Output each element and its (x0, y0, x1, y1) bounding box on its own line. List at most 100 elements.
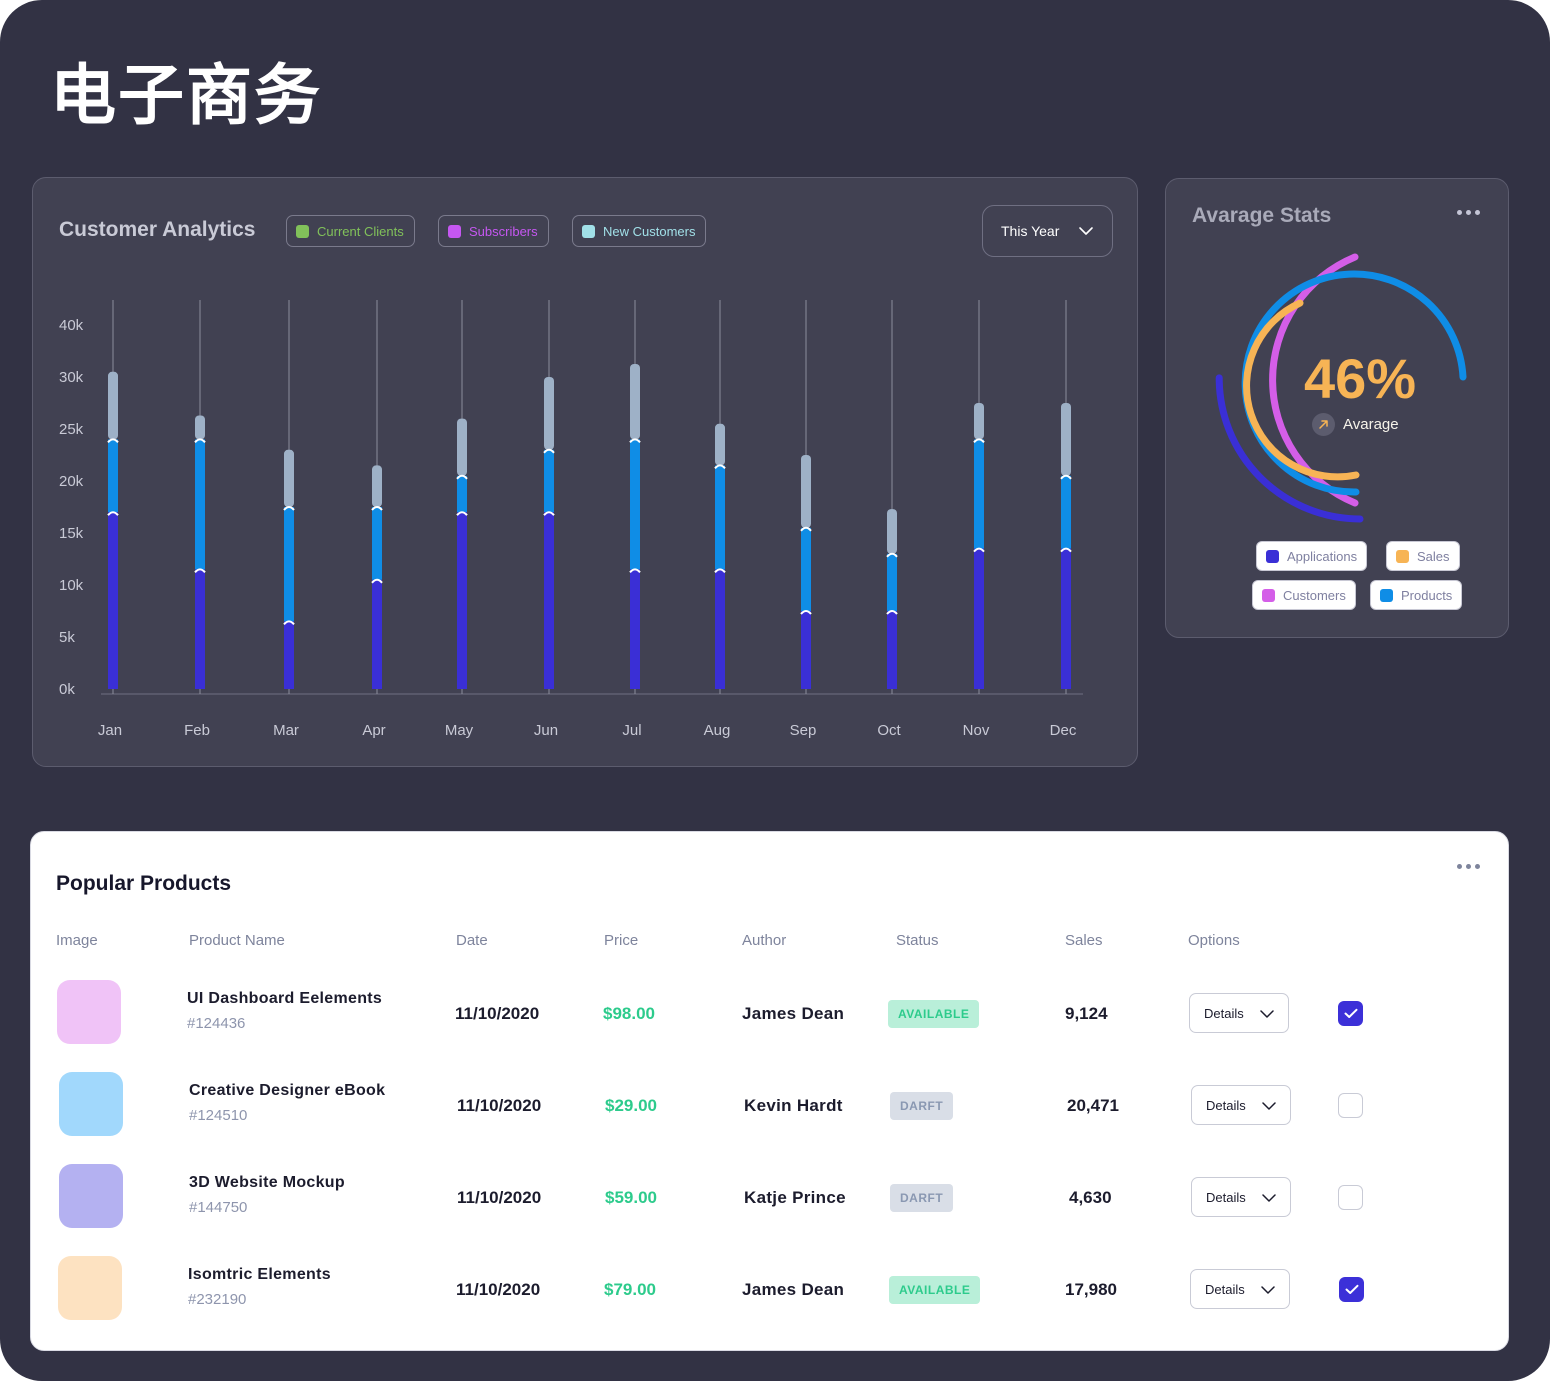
row-checkbox[interactable] (1338, 1185, 1363, 1210)
row-checkbox[interactable] (1339, 1277, 1364, 1302)
y-tick-label: 10k (59, 577, 84, 594)
legend-current-clients[interactable]: Current Clients (286, 215, 415, 247)
stat-legend-customers[interactable]: Customers (1252, 580, 1356, 610)
x-tick-label: May (445, 722, 474, 739)
details-dropdown-label: Details (1206, 1189, 1246, 1205)
x-tick-label: Jan (98, 722, 122, 739)
bar-segment-series-1[interactable] (887, 611, 897, 689)
details-dropdown[interactable]: Details (1190, 1269, 1290, 1309)
column-header-date: Date (456, 932, 488, 949)
chevron-down-icon (1262, 1102, 1276, 1110)
product-name[interactable]: 3D Website Mockup (189, 1174, 345, 1192)
legend-swatch (1262, 588, 1275, 602)
bar-segment-series-1[interactable] (195, 569, 205, 689)
bar-segment-series-2[interactable] (887, 553, 897, 611)
bar-segment-series-1[interactable] (715, 569, 725, 689)
bar-segment-series-3[interactable] (887, 509, 897, 554)
period-select[interactable]: This Year (982, 205, 1113, 257)
legend-swatch (582, 224, 595, 238)
status-badge: AVAILABLE (888, 1000, 980, 1028)
bar-segment-series-3[interactable] (108, 371, 118, 440)
average-label: Avarage (1343, 416, 1399, 433)
product-sales: 17,980 (1065, 1280, 1117, 1299)
product-id: #232190 (188, 1291, 247, 1308)
bar-segment-series-3[interactable] (974, 403, 984, 440)
column-header-status: Status (896, 932, 939, 949)
y-tick-label: 5k (59, 629, 75, 646)
legend-swatch (296, 224, 309, 238)
bar-segment-series-2[interactable] (715, 465, 725, 570)
details-dropdown-label: Details (1206, 1097, 1246, 1113)
customer-analytics-card: 0k 5k 10k 15k 20k 25k 30k 40k Jan Feb Mar Apr May Jun… (32, 177, 1138, 767)
status-badge: AVAILABLE (889, 1276, 981, 1304)
bar-segment-series-1[interactable] (974, 548, 984, 689)
column-header-product-name: Product Name (189, 932, 285, 949)
customer-analytics-chart: 0k 5k 10k 15k 20k 25k 30k 40k Jan Feb Mar Apr May Jun… (59, 300, 1083, 739)
bar-segment-series-1[interactable] (108, 512, 118, 689)
product-name[interactable]: Creative Designer eBook (189, 1082, 385, 1100)
product-id: #124436 (187, 1015, 246, 1032)
product-sales: 20,471 (1067, 1096, 1119, 1115)
product-name[interactable]: UI Dashboard Eelements (187, 990, 382, 1008)
product-image (59, 1072, 123, 1136)
page-title: 电子商务 (50, 57, 322, 134)
legend-new-customers[interactable]: New Customers (572, 215, 707, 247)
legend-subscribers[interactable]: Subscribers (438, 215, 549, 247)
bar-segment-series-1[interactable] (1061, 548, 1071, 689)
stats-more-button[interactable] (1457, 210, 1480, 215)
bar-segment-series-1[interactable] (372, 579, 382, 689)
y-tick-label: 20k (59, 473, 84, 490)
column-header-options: Options (1188, 932, 1240, 949)
bar-segment-series-2[interactable] (630, 439, 640, 570)
details-dropdown[interactable]: Details (1191, 1085, 1291, 1125)
bar-segment-series-3[interactable] (457, 418, 467, 476)
bar-segment-series-3[interactable] (1061, 403, 1071, 476)
bar-segment-series-3[interactable] (715, 423, 725, 466)
bar-segment-series-2[interactable] (801, 527, 811, 611)
bar-segment-series-1[interactable] (284, 621, 294, 689)
stat-legend-products[interactable]: Products (1370, 580, 1463, 610)
column-header-author: Author (742, 932, 787, 949)
product-price: $98.00 (603, 1004, 655, 1023)
legend-label: Current Clients (317, 223, 404, 239)
product-date: 11/10/2020 (457, 1188, 542, 1207)
bar-segment-series-2[interactable] (544, 449, 554, 513)
product-price: $79.00 (604, 1280, 656, 1299)
details-dropdown[interactable]: Details (1191, 1177, 1291, 1217)
stat-legend-sales[interactable]: Sales (1386, 541, 1460, 571)
bar-segment-series-1[interactable] (630, 569, 640, 689)
bar-segment-series-1[interactable] (801, 611, 811, 689)
bar-segment-series-3[interactable] (544, 377, 554, 450)
bar-segment-series-2[interactable] (108, 439, 118, 513)
details-dropdown[interactable]: Details (1189, 993, 1289, 1033)
bar-segment-series-2[interactable] (284, 507, 294, 622)
products-more-button[interactable] (1457, 864, 1480, 869)
legend-label: Applications (1287, 548, 1358, 564)
checkmark-icon (1344, 1008, 1357, 1018)
product-date: 11/10/2020 (455, 1004, 540, 1023)
product-id: #124510 (189, 1107, 248, 1124)
bar-segment-series-2[interactable] (457, 475, 467, 513)
product-name[interactable]: Isomtric Elements (188, 1266, 331, 1284)
x-tick-label: Dec (1050, 722, 1077, 739)
row-checkbox[interactable] (1338, 1001, 1363, 1026)
bar-segment-series-2[interactable] (1061, 475, 1071, 549)
product-author: Katje Prince (744, 1188, 846, 1207)
y-tick-label: 25k (59, 421, 84, 438)
bar-segment-series-1[interactable] (457, 512, 467, 689)
bar-segment-series-3[interactable] (630, 364, 640, 440)
legend-swatch (448, 224, 461, 238)
y-tick-label: 0k (59, 681, 75, 698)
bar-segment-series-3[interactable] (372, 465, 382, 507)
bar-segment-series-2[interactable] (974, 439, 984, 549)
bar-segment-series-3[interactable] (801, 455, 811, 528)
product-date: 11/10/2020 (456, 1280, 541, 1299)
bar-segment-series-3[interactable] (284, 449, 294, 507)
row-checkbox[interactable] (1338, 1093, 1363, 1118)
bar-segment-series-2[interactable] (195, 439, 205, 570)
x-tick-label: Nov (963, 722, 990, 739)
stat-legend-applications[interactable]: Applications (1256, 541, 1368, 571)
bar-segment-series-1[interactable] (544, 512, 554, 689)
bar-segment-series-3[interactable] (195, 415, 205, 440)
bar-segment-series-2[interactable] (372, 507, 382, 580)
